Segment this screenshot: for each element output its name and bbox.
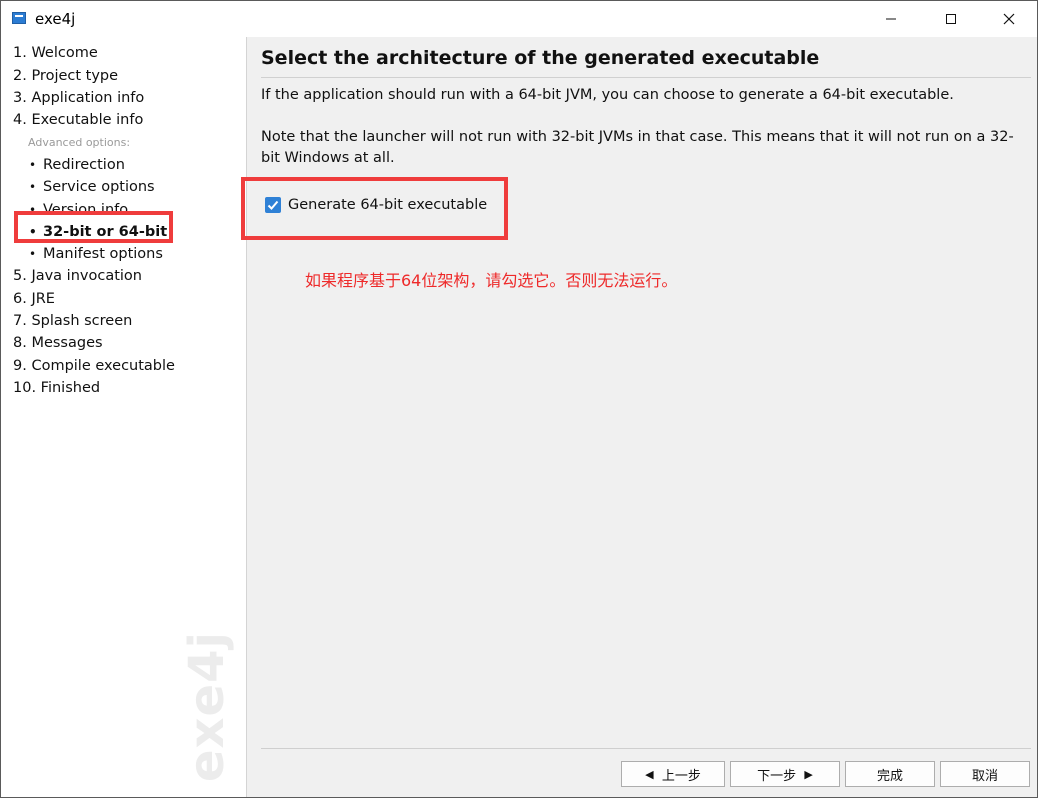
note-paragraph: Note that the launcher will not run with…	[261, 129, 1014, 166]
step-project-type[interactable]: 2. Project type	[13, 68, 118, 84]
substep-label: Manifest options	[43, 246, 163, 262]
window-title: exe4j	[35, 10, 76, 28]
maximize-button[interactable]	[928, 1, 974, 37]
close-icon	[1003, 13, 1015, 25]
annotation-highlight-checkbox	[241, 177, 508, 240]
step-application-info[interactable]: 3. Application info	[13, 90, 144, 106]
annotation-note: 如果程序基于64位架构，请勾选它。否则无法运行。	[305, 271, 678, 290]
exe4j-window: exe4j exe4j 1. Welcome 2. Project type 3…	[0, 0, 1038, 798]
minimize-button[interactable]	[868, 1, 914, 37]
step-jre[interactable]: 6. JRE	[13, 291, 55, 307]
substep-label: Redirection	[43, 157, 125, 173]
bullet-icon: •	[29, 247, 37, 261]
right-arrow-icon: ▶	[804, 767, 813, 781]
substep-manifest-options[interactable]: • Manifest options	[29, 246, 163, 262]
cancel-button[interactable]: 取消	[940, 761, 1030, 787]
substep-label: Service options	[43, 179, 155, 195]
app-icon	[12, 12, 26, 24]
finish-button[interactable]: 完成	[845, 761, 935, 787]
step-messages[interactable]: 8. Messages	[13, 335, 103, 351]
bullet-icon: •	[29, 180, 37, 194]
step-executable-info[interactable]: 4. Executable info	[13, 112, 143, 128]
footer-divider	[261, 748, 1031, 749]
left-arrow-icon: ◀	[645, 767, 654, 781]
next-button[interactable]: 下一步 ▶	[730, 761, 840, 787]
main-panel: Select the architecture of the generated…	[241, 37, 1037, 797]
maximize-icon	[946, 14, 956, 24]
minimize-icon	[886, 18, 896, 20]
title-bar: exe4j	[1, 1, 1037, 37]
step-welcome[interactable]: 1. Welcome	[13, 45, 98, 61]
step-finished[interactable]: 10. Finished	[13, 380, 100, 396]
annotation-highlight-sidebar	[14, 211, 173, 243]
previous-button[interactable]: ◀ 上一步	[621, 761, 725, 787]
previous-label: 上一步	[661, 768, 701, 784]
bullet-icon: •	[29, 158, 37, 172]
step-java-invocation[interactable]: 5. Java invocation	[13, 268, 142, 284]
description-paragraph: If the application should run with a 64-…	[261, 87, 954, 103]
substep-service-options[interactable]: • Service options	[29, 179, 155, 195]
advanced-options-label: Advanced options:	[28, 136, 131, 149]
wizard-steps-sidebar: exe4j 1. Welcome 2. Project type 3. Appl…	[1, 37, 247, 797]
step-splash-screen[interactable]: 7. Splash screen	[13, 313, 132, 329]
close-button[interactable]	[986, 1, 1032, 37]
next-label: 下一步	[757, 768, 797, 784]
heading-divider	[261, 77, 1031, 78]
step-compile-executable[interactable]: 9. Compile executable	[13, 358, 175, 374]
exe4j-watermark: exe4j	[179, 631, 235, 782]
substep-redirection[interactable]: • Redirection	[29, 157, 125, 173]
page-title: Select the architecture of the generated…	[261, 47, 820, 69]
